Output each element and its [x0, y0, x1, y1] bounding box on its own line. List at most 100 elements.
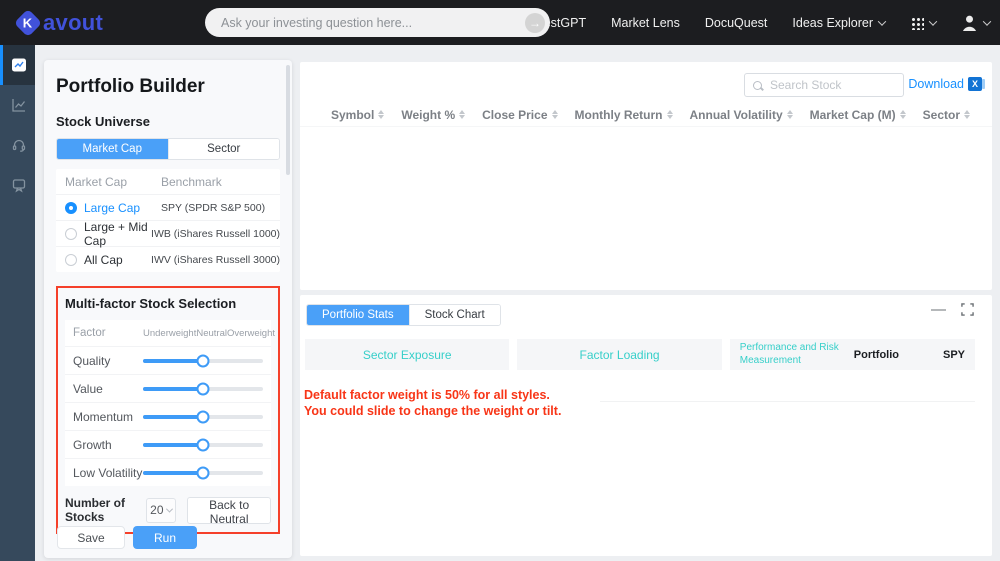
- factor-footer: Number of Stocks 20 Back to Neutral: [65, 496, 272, 526]
- tab-sector[interactable]: Sector: [167, 139, 279, 159]
- universe-option-large-cap[interactable]: Large Cap SPY (SPDR S&P 500): [56, 194, 280, 220]
- slider-handle[interactable]: [196, 410, 210, 423]
- spy-column-label: SPY: [943, 348, 966, 361]
- multi-factor-heading: Multi-factor Stock Selection: [65, 296, 237, 311]
- portfolio-stats-card: Portfolio Stats Stock Chart — Sector Exp…: [300, 295, 992, 556]
- factor-row-value: Value: [65, 374, 271, 402]
- tab-market-cap[interactable]: Market Cap: [57, 139, 168, 159]
- apps-menu[interactable]: [910, 15, 938, 30]
- nav-item-market-lens[interactable]: Market Lens: [611, 16, 680, 30]
- factor-row-momentum: Momentum: [65, 402, 271, 430]
- momentum-slider[interactable]: [143, 410, 263, 423]
- factor-row-low-volatility: Low Volatility: [65, 458, 271, 486]
- factor-row-growth: Growth: [65, 430, 271, 458]
- builder-actions: Save Run: [57, 526, 197, 549]
- factor-row-quality: Quality: [65, 346, 271, 374]
- search-submit-button[interactable]: →: [525, 12, 545, 33]
- nav-item-label: Ideas Explorer: [792, 15, 873, 30]
- sector-exposure-header: Sector Exposure: [305, 339, 510, 370]
- column-header-sector[interactable]: Sector: [923, 108, 970, 122]
- sidebar-item-portfolio-builder[interactable]: [0, 45, 35, 85]
- option-benchmark: SPY (SPDR S&P 500): [161, 201, 266, 214]
- question-search-input[interactable]: [219, 14, 525, 31]
- fullscreen-icon[interactable]: [961, 303, 974, 316]
- value-slider[interactable]: [143, 382, 263, 395]
- number-of-stocks-value: 20: [150, 503, 164, 517]
- account-menu[interactable]: [961, 14, 992, 31]
- minimize-icon[interactable]: —: [931, 302, 946, 317]
- nav-item-ideas-explorer[interactable]: Ideas Explorer: [792, 15, 887, 30]
- back-to-neutral-button[interactable]: Back to Neutral: [187, 496, 272, 526]
- download-link[interactable]: Download X: [908, 77, 985, 91]
- column-header-annual-volatility[interactable]: Annual Volatility: [690, 108, 793, 122]
- tab-stock-chart[interactable]: Stock Chart: [408, 305, 500, 325]
- column-label: Close Price: [482, 107, 548, 122]
- number-of-stocks-select[interactable]: 20: [145, 497, 177, 523]
- kavout-logo[interactable]: K avout: [13, 8, 104, 37]
- panel-scrollbar[interactable]: [286, 65, 290, 175]
- column-label: Weight %: [401, 107, 456, 122]
- stock-universe-heading: Stock Universe: [56, 114, 150, 129]
- excel-icon: X: [968, 77, 985, 91]
- option-benchmark: IWV (iShares Russell 3000): [151, 253, 280, 266]
- run-button[interactable]: Run: [133, 526, 197, 549]
- growth-slider[interactable]: [143, 438, 263, 451]
- sidebar-item-charts[interactable]: [0, 85, 35, 125]
- column-benchmark: Benchmark: [161, 174, 222, 189]
- universe-option-all-cap[interactable]: All Cap IWV (iShares Russell 3000): [56, 246, 280, 272]
- slider-handle[interactable]: [196, 438, 210, 451]
- radio-icon[interactable]: [65, 227, 77, 240]
- column-label: Market Cap (M): [809, 107, 896, 122]
- sort-icon: [900, 110, 906, 119]
- slider-fill: [143, 358, 203, 363]
- sort-icon: [378, 110, 384, 119]
- column-header-market-cap[interactable]: Market Cap (M): [810, 108, 906, 122]
- question-search-bar[interactable]: →: [205, 8, 550, 37]
- sidebar-item-support[interactable]: [0, 125, 35, 165]
- slider-handle[interactable]: [196, 382, 210, 395]
- badge-icon: [12, 179, 26, 193]
- factor-table-header: Factor Underweight Neutral Overweight: [65, 320, 275, 346]
- download-label: Download: [908, 77, 964, 91]
- portfolio-builder-panel: Portfolio Builder Stock Universe Market …: [44, 60, 292, 558]
- slider-fill: [143, 442, 203, 447]
- performance-title: Performance and Risk Measurement: [739, 342, 839, 366]
- slider-handle[interactable]: [196, 466, 210, 479]
- kavout-logo-icon: K: [13, 8, 43, 37]
- nav-item-docuquest[interactable]: DocuQuest: [705, 16, 768, 30]
- radio-icon[interactable]: [65, 253, 77, 266]
- quality-slider[interactable]: [143, 354, 263, 367]
- column-label: Sector: [922, 107, 960, 122]
- column-header-monthly-return[interactable]: Monthly Return: [575, 108, 673, 122]
- column-label: Annual Volatility: [689, 107, 783, 122]
- portfolio-column-label: Portfolio: [853, 348, 899, 361]
- column-label: Monthly Return: [574, 107, 663, 122]
- low-volatility-slider[interactable]: [143, 466, 263, 479]
- slider-fill: [143, 386, 203, 391]
- radio-selected-icon[interactable]: [65, 201, 77, 214]
- sidebar-item-research[interactable]: [0, 165, 35, 205]
- universe-option-large-mid-cap[interactable]: Large + Mid Cap IWB (iShares Russell 100…: [56, 219, 280, 248]
- logo-text: avout: [43, 9, 104, 35]
- stock-table-card: Download X Symbol Weight % Close Price M…: [300, 62, 992, 290]
- slider-fill: [143, 414, 203, 419]
- portfolio-builder-icon: [12, 58, 26, 72]
- annotation-line-1: Default factor weight is 50% for all sty…: [304, 388, 550, 402]
- option-label: Large + Mid Cap: [84, 219, 148, 248]
- stock-table-header-row: Symbol Weight % Close Price Monthly Retu…: [300, 103, 992, 127]
- slider-handle[interactable]: [196, 354, 210, 367]
- column-header-close-price[interactable]: Close Price: [482, 108, 557, 122]
- stock-search-box[interactable]: [744, 73, 904, 97]
- number-of-stocks-label: Number of Stocks: [65, 496, 125, 524]
- column-header-symbol[interactable]: Symbol: [331, 108, 384, 122]
- stats-section-headers: Sector Exposure Factor Loading Performan…: [305, 339, 976, 370]
- option-label: Large Cap: [84, 200, 141, 215]
- overweight-label: Overweight: [226, 327, 276, 339]
- neutral-label: Neutral: [196, 327, 227, 339]
- sort-icon: [667, 110, 673, 119]
- tab-portfolio-stats[interactable]: Portfolio Stats: [307, 305, 409, 325]
- column-header-weight[interactable]: Weight %: [401, 108, 465, 122]
- tutorial-annotation: Default factor weight is 50% for all sty…: [304, 387, 561, 419]
- save-button[interactable]: Save: [57, 526, 125, 549]
- stock-search-input[interactable]: [768, 77, 895, 93]
